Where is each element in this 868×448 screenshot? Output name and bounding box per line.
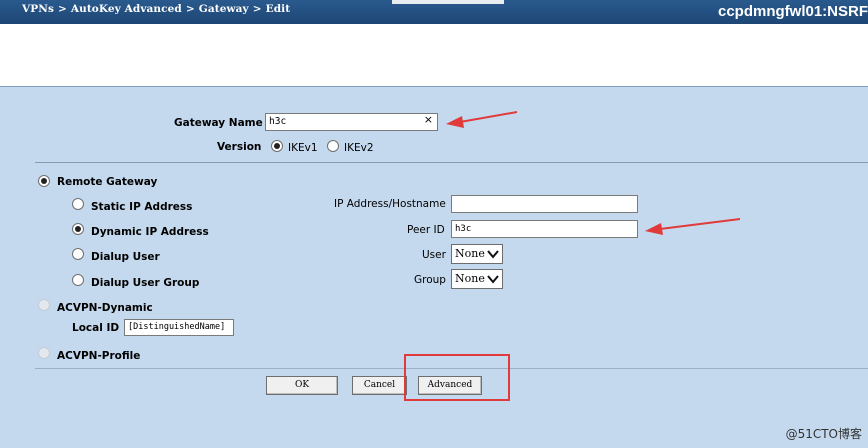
- arrow-icon: [446, 111, 518, 128]
- annotation-arrows: [446, 111, 741, 235]
- arrow-icon: [645, 218, 741, 235]
- watermark: @51CTO博客: [785, 427, 862, 441]
